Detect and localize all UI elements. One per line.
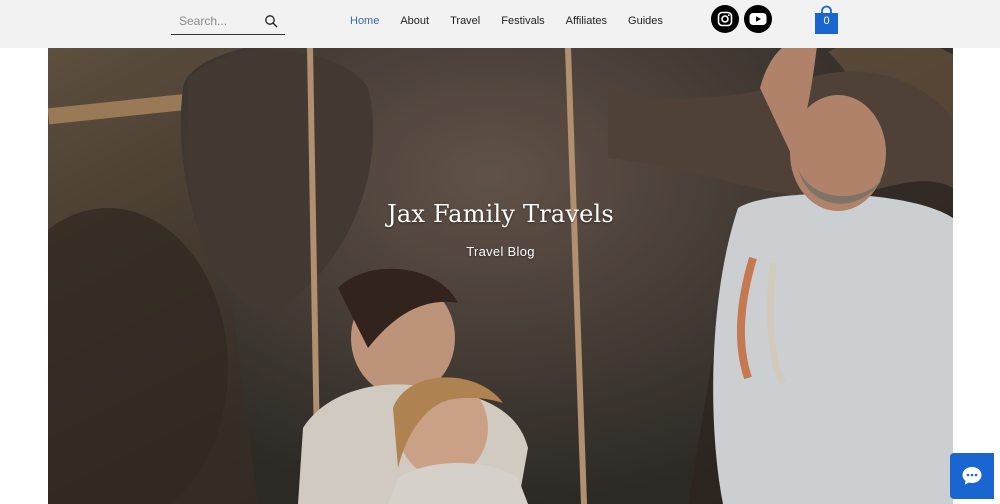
search-input[interactable] bbox=[179, 11, 263, 31]
cart-button[interactable]: 0 bbox=[815, 5, 838, 34]
main-nav: Home About Travel Festivals Affiliates G… bbox=[350, 13, 684, 29]
site-header: Home About Travel Festivals Affiliates G… bbox=[0, 0, 1000, 48]
nav-item-about[interactable]: About bbox=[400, 15, 429, 27]
youtube-icon bbox=[749, 13, 767, 25]
hero-subtitle: Travel Blog bbox=[466, 244, 535, 259]
instagram-link[interactable] bbox=[711, 5, 739, 33]
nav-item-affiliates[interactable]: Affiliates bbox=[566, 15, 607, 27]
youtube-link[interactable] bbox=[744, 5, 772, 33]
nav-item-home[interactable]: Home bbox=[350, 15, 379, 27]
nav-item-travel[interactable]: Travel bbox=[450, 15, 480, 27]
hero-photo bbox=[48, 48, 953, 504]
nav-item-guides[interactable]: Guides bbox=[628, 15, 663, 27]
nav-item-festivals[interactable]: Festivals bbox=[501, 15, 544, 27]
search-box[interactable] bbox=[171, 8, 285, 35]
cart-count: 0 bbox=[823, 15, 830, 27]
hero-banner: Jax Family Travels Travel Blog bbox=[48, 48, 953, 504]
search-icon[interactable] bbox=[264, 14, 278, 28]
hero-title: Jax Family Travels bbox=[387, 200, 614, 228]
chat-button[interactable] bbox=[950, 453, 994, 499]
instagram-icon bbox=[717, 11, 733, 27]
chat-bubble-icon bbox=[962, 467, 982, 485]
